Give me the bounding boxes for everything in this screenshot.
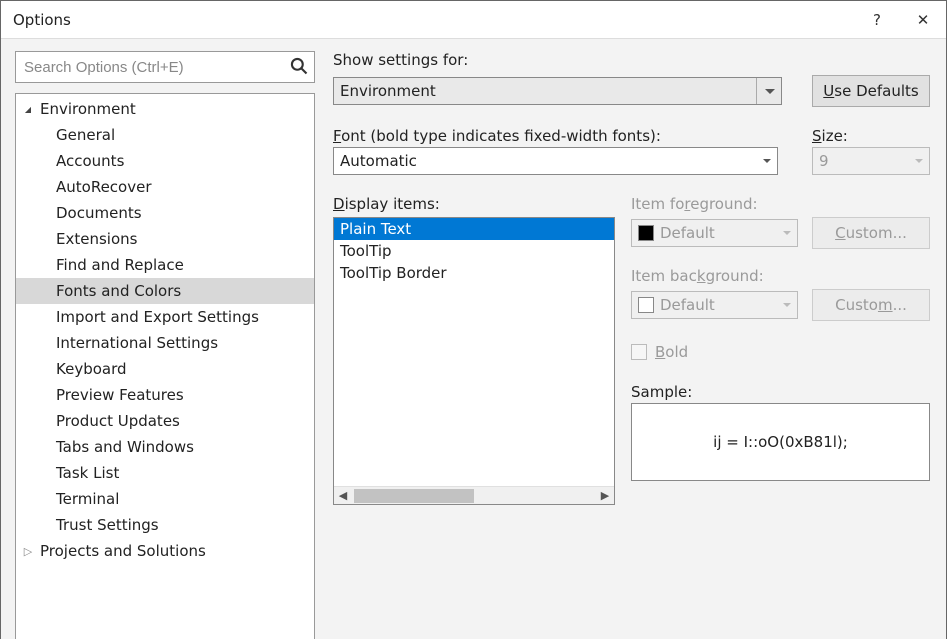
help-icon: ? (873, 11, 881, 29)
search-wrap (15, 51, 315, 83)
foreground-swatch (638, 225, 654, 241)
dialog-title: Options (13, 11, 854, 29)
tree-item-label: Keyboard (56, 360, 127, 378)
chevron-down-icon (783, 231, 791, 235)
font-value: Automatic (340, 152, 417, 170)
chevron-down-icon (763, 159, 771, 163)
tree-item-label: Documents (56, 204, 142, 222)
item-background-select[interactable]: Default (631, 291, 798, 319)
tree-item-label: Extensions (56, 230, 137, 248)
tree-item-label: Accounts (56, 152, 124, 170)
display-item[interactable]: ToolTip Border (334, 262, 614, 284)
tree-item[interactable]: Documents (16, 200, 314, 226)
tree-item[interactable]: Task List (16, 460, 314, 486)
display-items-list[interactable]: Plain TextToolTipToolTip Border ◀ ▶ (333, 217, 615, 505)
hscroll-thumb[interactable] (354, 489, 474, 503)
hscrollbar[interactable]: ◀ ▶ (334, 486, 614, 504)
show-settings-label: Show settings for: (333, 51, 930, 69)
tree-item-label: Trust Settings (56, 516, 159, 534)
tree-item[interactable]: Accounts (16, 148, 314, 174)
size-label: Size: (812, 127, 930, 145)
tree-item-label: Environment (40, 100, 136, 118)
show-settings-value: Environment (340, 82, 436, 100)
search-input[interactable] (15, 51, 315, 83)
display-item[interactable]: ToolTip (334, 240, 614, 262)
chevron-down-icon (765, 89, 775, 94)
tree-item-label: Projects and Solutions (40, 542, 206, 560)
caret-right-icon: ▷ (22, 545, 34, 558)
tree-item-label: Tabs and Windows (56, 438, 194, 456)
help-button[interactable]: ? (854, 1, 900, 39)
tree-item-label: Import and Export Settings (56, 308, 259, 326)
tree-item-label: Find and Replace (56, 256, 184, 274)
item-foreground-value: Default (660, 224, 715, 242)
show-settings-select[interactable]: Environment (333, 77, 782, 105)
tree-item-label: International Settings (56, 334, 218, 352)
close-button[interactable]: ✕ (900, 1, 946, 39)
tree-item[interactable]: Trust Settings (16, 512, 314, 538)
right-pane: Show settings for: Environment Use Defau… (333, 51, 932, 639)
tree-item[interactable]: Extensions (16, 226, 314, 252)
tree-item-label: Fonts and Colors (56, 282, 181, 300)
tree-item[interactable]: ◢ Environment (16, 96, 314, 122)
size-value: 9 (819, 152, 829, 170)
bold-label: Bold (655, 343, 688, 361)
options-dialog: Options ? ✕ ◢ Environment General Accounts A… (0, 0, 947, 639)
chevron-down-icon (915, 159, 923, 163)
left-column: ◢ Environment General Accounts AutoRecover Do… (15, 51, 315, 639)
scroll-right-icon[interactable]: ▶ (596, 487, 614, 505)
bold-checkbox[interactable] (631, 344, 647, 360)
size-select[interactable]: 9 (812, 147, 930, 175)
bold-checkbox-row[interactable]: Bold (631, 343, 930, 361)
tree-item[interactable]: Tabs and Windows (16, 434, 314, 460)
options-tree-list[interactable]: ◢ Environment General Accounts AutoRecover Do… (16, 94, 314, 639)
tree-item[interactable]: AutoRecover (16, 174, 314, 200)
tree-item[interactable]: Keyboard (16, 356, 314, 382)
tree-item[interactable]: Fonts and Colors (16, 278, 314, 304)
font-label: Font (bold type indicates fixed-width fo… (333, 127, 778, 145)
tree-item[interactable]: General (16, 122, 314, 148)
caret-down-icon: ◢ (22, 105, 34, 114)
foreground-custom-button[interactable]: Custom... (812, 217, 930, 249)
scroll-left-icon[interactable]: ◀ (334, 487, 352, 505)
tree-item[interactable]: Terminal (16, 486, 314, 512)
item-background-label: Item background: (631, 267, 930, 285)
display-item[interactable]: Plain Text (334, 218, 614, 240)
tree-item-label: AutoRecover (56, 178, 152, 196)
tree-item-label: General (56, 126, 115, 144)
titlebar: Options ? ✕ (1, 1, 946, 39)
tree-item-label: Preview Features (56, 386, 184, 404)
tree-item[interactable]: Find and Replace (16, 252, 314, 278)
display-items-label: Display items: (333, 195, 615, 213)
chevron-down-icon (783, 303, 791, 307)
item-foreground-label: Item foreground: (631, 195, 930, 213)
tree-item[interactable]: Preview Features (16, 382, 314, 408)
search-icon (289, 56, 309, 76)
tree-item-label: Task List (56, 464, 119, 482)
sample-box: ij = I::oO(0xB81l); (631, 403, 930, 481)
tree-item[interactable]: Product Updates (16, 408, 314, 434)
dialog-body: ◢ Environment General Accounts AutoRecover Do… (1, 39, 946, 639)
close-icon: ✕ (917, 11, 930, 29)
background-swatch (638, 297, 654, 313)
tree-item[interactable]: ▷ Projects and Solutions (16, 538, 314, 564)
font-select[interactable]: Automatic (333, 147, 778, 175)
background-custom-button[interactable]: Custom... (812, 289, 930, 321)
tree-item-label: Terminal (56, 490, 119, 508)
tree-item[interactable]: Import and Export Settings (16, 304, 314, 330)
sample-text: ij = I::oO(0xB81l); (713, 433, 848, 451)
tree-item[interactable]: International Settings (16, 330, 314, 356)
item-foreground-select[interactable]: Default (631, 219, 798, 247)
sample-label: Sample: (631, 383, 930, 401)
tree-item-label: Product Updates (56, 412, 180, 430)
options-tree: ◢ Environment General Accounts AutoRecover Do… (15, 93, 315, 639)
use-defaults-button[interactable]: Use Defaults (812, 75, 930, 107)
item-background-value: Default (660, 296, 715, 314)
